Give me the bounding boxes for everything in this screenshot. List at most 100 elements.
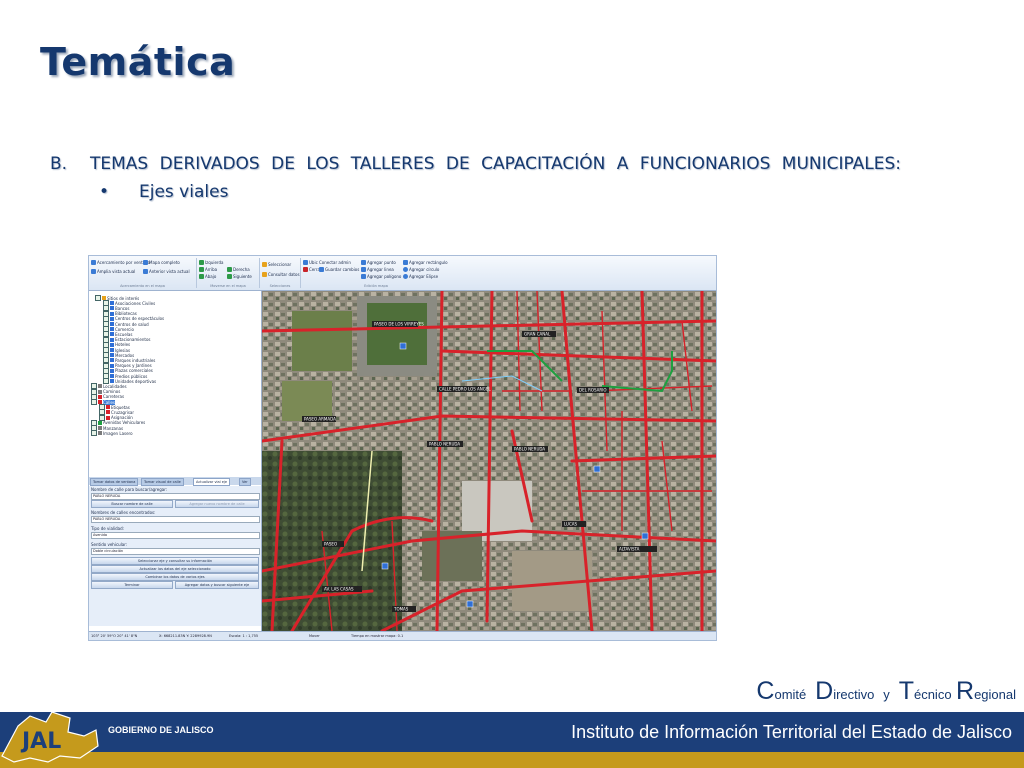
tab-update-axis[interactable]: Actualizar vial eje <box>193 478 231 486</box>
panel-tabs: Tomar datos de ventana Tomar visual de c… <box>89 477 261 486</box>
status-scale: Escala: 1 : 1,755 <box>229 634 259 638</box>
select-axis-button[interactable]: Seleccionar eje y consultar su informaci… <box>91 557 259 565</box>
ribbon-add-ellipse-button[interactable]: Agregar Elipse <box>403 274 438 279</box>
close-icon <box>303 267 308 272</box>
ribbon-right-button[interactable]: Derecha <box>227 267 250 272</box>
ribbon-full-map-button[interactable]: Mapa completo <box>143 260 180 265</box>
ribbon-group-zoom: Acercamiento por ventana Mapa completo A… <box>89 258 197 288</box>
found-streets-select[interactable]: PABLO NERUDA <box>91 516 260 523</box>
map-view[interactable]: PASEO DE LOS VIRREYES PABLO NERUDA PABLO… <box>262 291 716 631</box>
search-street-button[interactable]: Buscar nombre de calle <box>91 500 173 508</box>
ribbon-query-button[interactable]: Consultar datos <box>262 272 300 277</box>
ribbon-group-edit: Ubic Cerrar Conectar admin Guardar cambi… <box>301 258 451 288</box>
type-label: Tipo de vialidad: <box>91 526 124 531</box>
footer-gold-stripe <box>0 752 1024 768</box>
road-type-select[interactable]: Avenida <box>91 532 260 539</box>
circle-icon <box>403 267 408 272</box>
update-axis-button[interactable]: Actualizar los datos del eje seleccionad… <box>91 565 259 573</box>
bullet-symbol: • <box>99 182 110 202</box>
ribbon-up-button[interactable]: Arriba <box>199 267 217 272</box>
arrow-left-icon <box>199 260 204 265</box>
ribbon-zoom-window-button[interactable]: Acercamiento por ventana <box>91 260 150 265</box>
layer-checkbox[interactable] <box>91 399 97 405</box>
street-search-input[interactable]: PABLO NERUDA <box>91 493 260 500</box>
map-street-label: PABLO NERUDA <box>429 442 460 447</box>
committee-title: Comité Directivo y Técnico Regional <box>756 677 1016 705</box>
map-marker-icon[interactable] <box>641 532 649 540</box>
map-street-label: PASEO <box>324 542 337 547</box>
zoom-out-icon <box>143 269 148 274</box>
layer-label: Imagen Lasero <box>103 430 133 436</box>
direction-label: Sentido vehicular: <box>91 542 128 547</box>
combine-axes-button[interactable]: Combinar los datos de varios ejes <box>91 573 259 581</box>
direction-select[interactable]: Doble circulación <box>91 548 260 555</box>
add-street-button[interactable]: Agregar nuevo nombre de calle <box>175 500 259 508</box>
ribbon-left-button[interactable]: Izquierda <box>199 260 224 265</box>
ribbon-zoom-in-button[interactable]: Amplia vista actual <box>91 269 135 274</box>
ribbon-save-button[interactable]: Guardar cambios <box>319 267 359 272</box>
institute-name: Instituto de Información Territorial del… <box>571 722 1012 742</box>
ribbon-zoom-prev-button[interactable]: Anterior vista actual <box>143 269 190 274</box>
map-street-label: TOMAS <box>393 607 409 612</box>
arrow-up-icon <box>199 267 204 272</box>
gobierno-label: GOBIERNO DE JALISCO <box>108 725 214 735</box>
tab-street-visual[interactable]: Tomar visual de calle <box>141 478 184 486</box>
ribbon-select-button[interactable]: Seleccionar <box>262 262 291 267</box>
status-bar: 103° 20' 59"O 20° 41' 8"N X: 668211.83N … <box>89 631 716 640</box>
layer-tree-item[interactable]: Imagen Lasero <box>91 430 133 437</box>
tab-window-data[interactable]: Tomar datos de ventana <box>90 478 139 486</box>
location-icon <box>303 260 308 265</box>
paragraph-b: B. TEMAS DERIVADOS DE LOS TALLERES DE CA… <box>50 153 966 176</box>
ribbon-add-line-button[interactable]: Agregar linea <box>361 267 394 272</box>
map-street-label: LUCAS <box>564 522 577 527</box>
map-marker-icon[interactable] <box>466 600 474 608</box>
arrow-right-icon <box>227 267 232 272</box>
ribbon-toolbar: Acercamiento por ventana Mapa completo A… <box>89 256 716 291</box>
ribbon-connect-button[interactable]: Conectar admin <box>319 260 351 265</box>
ribbon-add-rect-button[interactable]: Agregar rectángulo <box>403 260 448 265</box>
zoom-icon <box>91 260 96 265</box>
ribbon-next-button[interactable]: Siguiente <box>227 274 252 279</box>
ribbon-caption: Selecciones <box>269 284 291 288</box>
finish-button[interactable]: Terminar <box>91 581 173 589</box>
ellipse-icon <box>403 274 408 279</box>
map-marker-icon[interactable] <box>399 342 407 350</box>
logo-text: JAL <box>20 729 61 754</box>
map-street-label: PABLO NERUDA <box>514 447 545 452</box>
map-street-label: ALTAVISTA <box>619 547 640 552</box>
bullet-text: Ejes viales <box>139 182 229 202</box>
save-icon <box>319 267 324 272</box>
bullet-item: • Ejes viales <box>99 181 966 204</box>
layer-checkbox[interactable] <box>91 430 97 437</box>
ribbon-add-point-button[interactable]: Agregar punto <box>361 260 396 265</box>
ribbon-add-circle-button[interactable]: Agregar círculo <box>403 267 439 272</box>
slide-title: Temática <box>40 40 236 84</box>
ribbon-ubic-button[interactable]: Ubic <box>303 260 318 265</box>
layer-tree: Sitios de interés Asociaciones Civiles Ban… <box>89 293 259 477</box>
map-marker-icon[interactable] <box>381 562 389 570</box>
status-message: Tiempo en mostrar mapa: 0.1 <box>351 634 404 638</box>
map-street-label: AV. LAS CASAS <box>324 587 354 592</box>
map-street-label: DEL ROSARIO <box>579 388 607 393</box>
layer-checkbox[interactable] <box>95 295 101 301</box>
map-marker-icon[interactable] <box>593 465 601 473</box>
tab-view[interactable]: Ver <box>239 478 251 486</box>
ribbon-caption: Acercamiento en el mapa <box>120 284 165 288</box>
gis-app-screenshot: Acercamiento por ventana Mapa completo A… <box>88 255 717 641</box>
status-xy: X: 668211.83N Y: 2289928.9N <box>159 634 212 638</box>
arrow-down-icon <box>199 274 204 279</box>
add-next-button[interactable]: Agregar datos y buscar siguiente eje <box>175 581 259 589</box>
ribbon-add-polygon-button[interactable]: Agregar polígono <box>361 274 401 279</box>
polygon-icon <box>361 274 366 279</box>
ribbon-down-button[interactable]: Abajo <box>199 274 216 279</box>
info-icon <box>262 272 267 277</box>
map-street-label: CALLE PEDRO LOS ANGEL <box>439 387 491 392</box>
left-panel: Sitios de interés Asociaciones Civiles Ban… <box>89 291 262 631</box>
line-icon <box>361 267 366 272</box>
map-street-label: PASEO DE LOS VIRREYES <box>374 322 424 327</box>
aerial-map[interactable]: PASEO DE LOS VIRREYES PABLO NERUDA PABLO… <box>262 291 716 631</box>
ribbon-caption: Edición mapa <box>364 284 388 288</box>
map-street-label: PASEO ARMADA <box>304 417 336 422</box>
search-label: Nombre de calle para buscar/agregar: <box>91 487 168 492</box>
ribbon-caption: Moverse en el mapa <box>210 284 246 288</box>
